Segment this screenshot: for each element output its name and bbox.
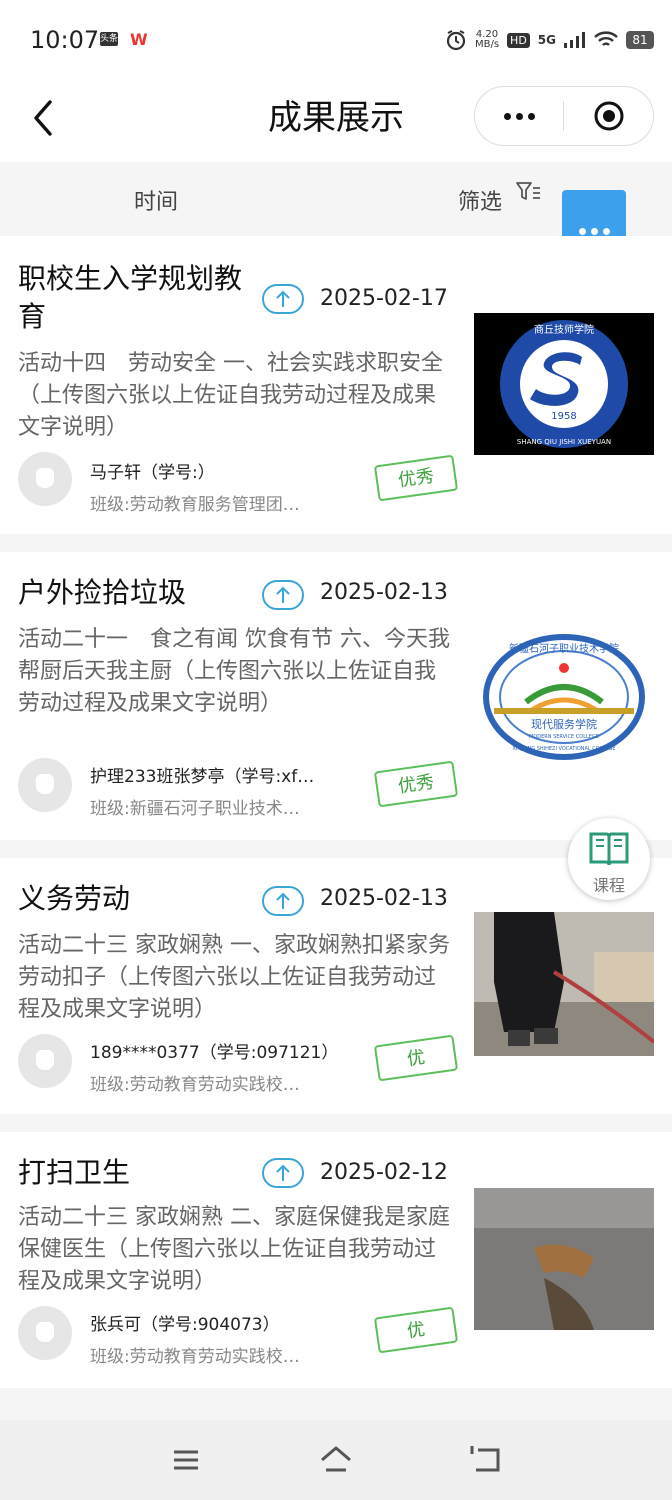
svg-text:商丘技师学院: 商丘技师学院 [534, 323, 594, 336]
achievement-card[interactable]: 打扫卫生 2025-02-12 活动二十三 家政娴熟 二、家庭保健我是家庭保健医… [0, 1132, 672, 1388]
grade-badge: 优 [373, 1034, 459, 1082]
card-description: 活动二十一 食之有闻 饮食有节 六、今天我帮厨后天我主厨（上传图六张以上佐证自我… [18, 627, 450, 716]
course-floating-button[interactable]: 课程 [568, 818, 650, 900]
card-description: 活动二十三 家政娴熟 一、家政娴熟扣紧家务劳动扣子（上传图六张以上佐证自我劳动过… [18, 933, 450, 1022]
nav-bar: 成果展示 [0, 80, 672, 162]
svg-text:新疆石河子职业技术学院: 新疆石河子职业技术学院 [509, 642, 619, 655]
avatar [18, 758, 72, 812]
menu-icon[interactable] [168, 1442, 204, 1478]
battery-icon: 81 [626, 31, 654, 49]
wps-app-icon: W [130, 30, 148, 49]
card-date: 2025-02-17 [320, 286, 448, 311]
achievement-card[interactable]: 职校生入学规划教育 2025-02-17 活动十四 劳动安全 一、社会实践求职安… [0, 236, 672, 534]
student-name: 张兵可（学号:904073） [90, 1315, 280, 1335]
grade-badge: 优秀 [373, 454, 459, 502]
svg-text:现代服务学院: 现代服务学院 [531, 717, 597, 731]
status-bar: 10:07 头条 W 4.20 MB/s HD 5G 81 [0, 0, 672, 80]
system-nav-bar [0, 1420, 672, 1500]
card-description: 活动十四 劳动安全 一、社会实践求职安全（上传图六张以上佐证自我劳动过程及成果文… [18, 351, 443, 440]
card-date: 2025-02-12 [320, 1160, 448, 1185]
upload-arrow-icon [262, 886, 304, 916]
upload-arrow-icon [262, 1158, 304, 1188]
course-label: 课程 [592, 876, 625, 895]
signal-icon [564, 32, 585, 48]
filter-funnel-icon[interactable] [515, 180, 541, 206]
capsule-divider [563, 101, 564, 131]
card-title: 打扫卫生 [18, 1156, 131, 1189]
network-type: 5G [537, 33, 556, 47]
card-title: 义务劳动 [18, 882, 131, 915]
tab-time[interactable]: 时间 [134, 184, 178, 216]
avatar [18, 1306, 72, 1360]
status-icons: 4.20 MB/s HD 5G 81 [445, 26, 654, 54]
svg-text:1958: 1958 [551, 411, 576, 422]
achievement-card[interactable]: 户外捡拾垃圾 2025-02-13 活动二十一 食之有闻 饮食有节 六、今天我帮… [0, 552, 672, 840]
card-title: 户外捡拾垃圾 [18, 576, 187, 609]
card-thumbnail-logo: 1958 商丘技师学院 SHANG QIU JISHI XUEYUAN [474, 313, 654, 455]
student-class: 班级:劳动教育服务管理团… [90, 495, 300, 515]
student-class: 班级:劳动教育劳动实践校… [90, 1347, 300, 1367]
card-description: 活动二十三 家政娴熟 二、家庭保健我是家庭保健医生（上传图六张以上佐证自我劳动过… [18, 1205, 450, 1294]
more-menu-button[interactable] [475, 87, 563, 145]
card-date: 2025-02-13 [320, 580, 448, 605]
card-thumbnail-photo [474, 912, 654, 1056]
upload-arrow-icon [262, 284, 304, 314]
student-class: 班级:新疆石河子职业技术… [90, 799, 300, 819]
card-title: 职校生入学规划教育 [18, 262, 243, 333]
student-name: 护理233班张梦亭（学号:xf… [90, 767, 315, 787]
student-class: 班级:劳动教育劳动实践校… [90, 1075, 300, 1095]
svg-text:MODERN SERVICE COLLEGE: MODERN SERVICE COLLEGE [529, 734, 599, 740]
status-time: 10:07 [30, 26, 100, 54]
upload-arrow-icon [262, 580, 304, 610]
mini-program-capsule [474, 86, 654, 146]
grade-badge: 优 [373, 1306, 459, 1354]
close-target-icon[interactable] [593, 100, 625, 132]
toutiao-app-icon: 头条 [100, 32, 119, 46]
grade-badge: 优秀 [373, 760, 459, 808]
svg-text:SHANG QIU JISHI XUEYUAN: SHANG QIU JISHI XUEYUAN [517, 438, 611, 446]
achievement-card[interactable]: 义务劳动 2025-02-13 活动二十三 家政娴熟 一、家政娴熟扣紧家务劳动扣… [0, 858, 672, 1114]
home-icon[interactable] [318, 1442, 354, 1478]
avatar [18, 452, 72, 506]
student-name: 189****0377（学号:097121） [90, 1043, 339, 1063]
card-thumbnail-photo [474, 1188, 654, 1330]
tab-filter[interactable]: 筛选 [458, 184, 502, 216]
student-name: 马子轩（学号:） [90, 463, 215, 483]
hd-badge: HD [507, 32, 530, 48]
back-icon[interactable] [468, 1442, 504, 1478]
wifi-icon [594, 31, 618, 46]
card-thumbnail-logo: 新疆石河子职业技术学院 现代服务学院 MODERN SERVICE COLLEG… [474, 632, 654, 762]
card-date: 2025-02-13 [320, 886, 448, 911]
avatar [18, 1034, 72, 1088]
network-speed: 4.20 MB/s [474, 29, 500, 50]
alarm-icon [446, 30, 466, 51]
svg-text:XINJIANG SHIHEZI VOCATIONAL CO: XINJIANG SHIHEZI VOCATIONAL COLLEGE [512, 746, 615, 752]
book-icon [589, 832, 629, 866]
